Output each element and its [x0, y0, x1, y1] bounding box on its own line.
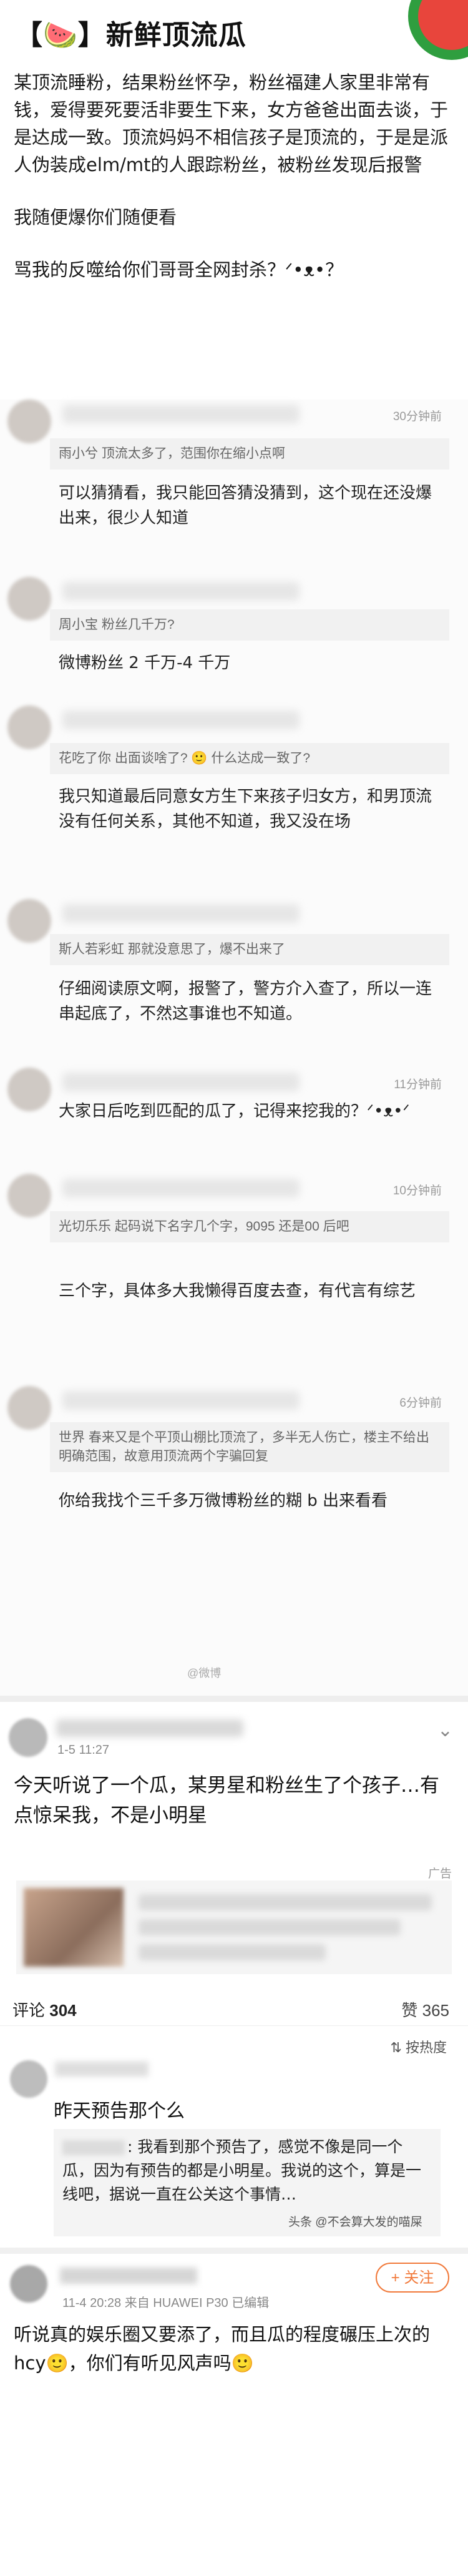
quoted-comment: 斯人若彩虹 那就没意思了，爆不出来了	[50, 934, 449, 965]
ad-thumbnail	[24, 1888, 124, 1967]
avatar[interactable]	[10, 2060, 47, 2098]
watermelon-icon	[408, 0, 468, 60]
blurred-ad-text	[139, 1919, 401, 1935]
sort-label: 按热度	[405, 2040, 447, 2055]
post-text: 今天听说了一个瓜，某男星和粉丝生了个孩子…有点惊呆我，不是小明星	[14, 1774, 439, 1827]
avatar	[7, 1068, 51, 1111]
quoted-comment: 世界 春来又是个平顶山棚比顶流了，多半无人伤亡，楼主不给出明确范围，故意用顶流两…	[50, 1422, 449, 1472]
blurred-username[interactable]	[60, 2268, 197, 2284]
comment-thread: 30分钟前 雨小兮 顶流太多了，范围你在缩小点啊 可以猜猜看，我只能回答猜没猜到…	[0, 400, 468, 1696]
comment-reply: 三个字，具体多大我懒得百度去查，有代言有综艺	[59, 1282, 416, 1300]
story-paragraph: 我随便爆你们随便看	[14, 207, 177, 228]
avatar	[7, 705, 51, 749]
comment-time: 11分钟前	[394, 1078, 442, 1091]
blurred-username	[62, 405, 300, 423]
likes-label: 赞	[401, 2001, 418, 2020]
likes-count: 365	[422, 2001, 449, 2020]
comment-reply: 微博粉丝 2 千万-4 千万	[59, 654, 231, 672]
ad-label: 广告	[427, 1867, 452, 1880]
blurred-username	[62, 904, 300, 923]
blurred-ad-text	[139, 1894, 432, 1910]
comment-time: 30分钟前	[392, 410, 442, 423]
likes-tab[interactable]: 赞 365	[401, 1998, 449, 2021]
quoted-comment: 雨小兮 顶流太多了，范围你在缩小点啊	[50, 438, 449, 469]
story-body: 某顶流睡粉，结果粉丝怀孕，粉丝福建人家里非常有钱，爱得要死要活非要生下来，女方爸…	[14, 69, 454, 308]
blurred-username[interactable]	[55, 2062, 149, 2077]
quoted-comment: 花吃了你 出面谈啥了? 🙂 什么达成一致了?	[50, 743, 449, 774]
avatar	[7, 577, 51, 621]
comment-time: 6分钟前	[399, 1397, 442, 1410]
blurred-username	[62, 582, 300, 601]
post-date: 1-5 11:27	[57, 1743, 110, 1757]
toutiao-watermark: 头条 @不会算大发的喵屎	[288, 2216, 422, 2229]
blurred-ad-text	[139, 1944, 326, 1960]
comment-text: 听说真的娱乐圈又要添了，而且瓜的程度碾压上次的hcy🙂，你们有听见风声吗🙂	[14, 2324, 431, 2374]
blurred-username	[62, 710, 300, 729]
article-title: 【🍉】新鲜顶流瓜	[15, 19, 246, 51]
quoted-comment: 光切乐乐 起码说下名字几个字，9095 还是00 后吧	[50, 1211, 449, 1242]
blurred-username	[62, 1179, 300, 1197]
comment-time: 10分钟前	[392, 1184, 442, 1197]
article-header: 【🍉】新鲜顶流瓜	[0, 0, 468, 60]
comment-meta: 11-4 20:28 来自 HUAWEI P30 已编辑	[62, 2296, 270, 2310]
section-divider	[0, 1696, 468, 1702]
blurred-username[interactable]	[56, 1719, 243, 1737]
comments-label: 评论	[12, 2001, 46, 2020]
comments-tab[interactable]: 评论 304	[12, 1998, 77, 2021]
avatar[interactable]	[10, 2265, 47, 2303]
blurred-username	[62, 2140, 125, 2155]
ad-card[interactable]	[16, 1880, 452, 1974]
comment-reply: 你给我找个三千多万微博粉丝的糊 b 出来看看	[59, 1492, 388, 1510]
weibo-watermark: @微博	[187, 1667, 222, 1679]
story-paragraph: 骂我的反噬给你们哥哥全网封杀？ᐟ•ᴥ•？	[14, 259, 344, 280]
follow-button[interactable]: + 关注	[376, 2263, 449, 2293]
comment-reply: 我只知道最后同意女方生下来孩子归女方，和男顶流没有任何关系，其他不知道，我又没在…	[59, 787, 432, 831]
avatar[interactable]	[9, 1718, 47, 1757]
blurred-username	[62, 1073, 300, 1091]
post-header: 1-5 11:27 ⌄	[0, 1702, 468, 1771]
avatar	[7, 1386, 51, 1430]
avatar	[7, 899, 51, 943]
quoted-comment: 周小宝 粉丝几千万?	[50, 609, 449, 641]
avatar	[7, 400, 51, 443]
comment-text: 昨天预告那个么	[54, 2100, 185, 2122]
avatar	[7, 1174, 51, 1217]
section-divider	[0, 2248, 468, 2254]
comment-reply: 仔细阅读原文啊，报警了，警方介入查了，所以一连串起底了，不然这事谁也不知道。	[59, 980, 432, 1023]
sort-button[interactable]: ⇅ 按热度	[391, 2037, 451, 2057]
blurred-username	[62, 1391, 300, 1410]
comment-bar: 评论 304 赞 365	[0, 1993, 468, 2026]
comment-reply: 大家日后吃到匹配的瓜了，记得来挖我的？ᐟ•ᴥ•ᐟ	[59, 1102, 410, 1121]
comment-reply: 可以猜猜看，我只能回答猜没猜到，这个现在还没爆出来，很少人知道	[59, 484, 432, 528]
story-paragraph: 某顶流睡粉，结果粉丝怀孕，粉丝福建人家里非常有钱，爱得要死要活非要生下来，女方爸…	[14, 72, 449, 175]
sort-icon: ⇅	[390, 2040, 402, 2055]
chevron-down-icon[interactable]: ⌄	[437, 1719, 453, 1741]
comments-count: 304	[49, 2001, 77, 2020]
screenshot-page: 【🍉】新鲜顶流瓜 某顶流睡粉，结果粉丝怀孕，粉丝福建人家里非常有钱，爱得要死要活…	[0, 0, 468, 2576]
